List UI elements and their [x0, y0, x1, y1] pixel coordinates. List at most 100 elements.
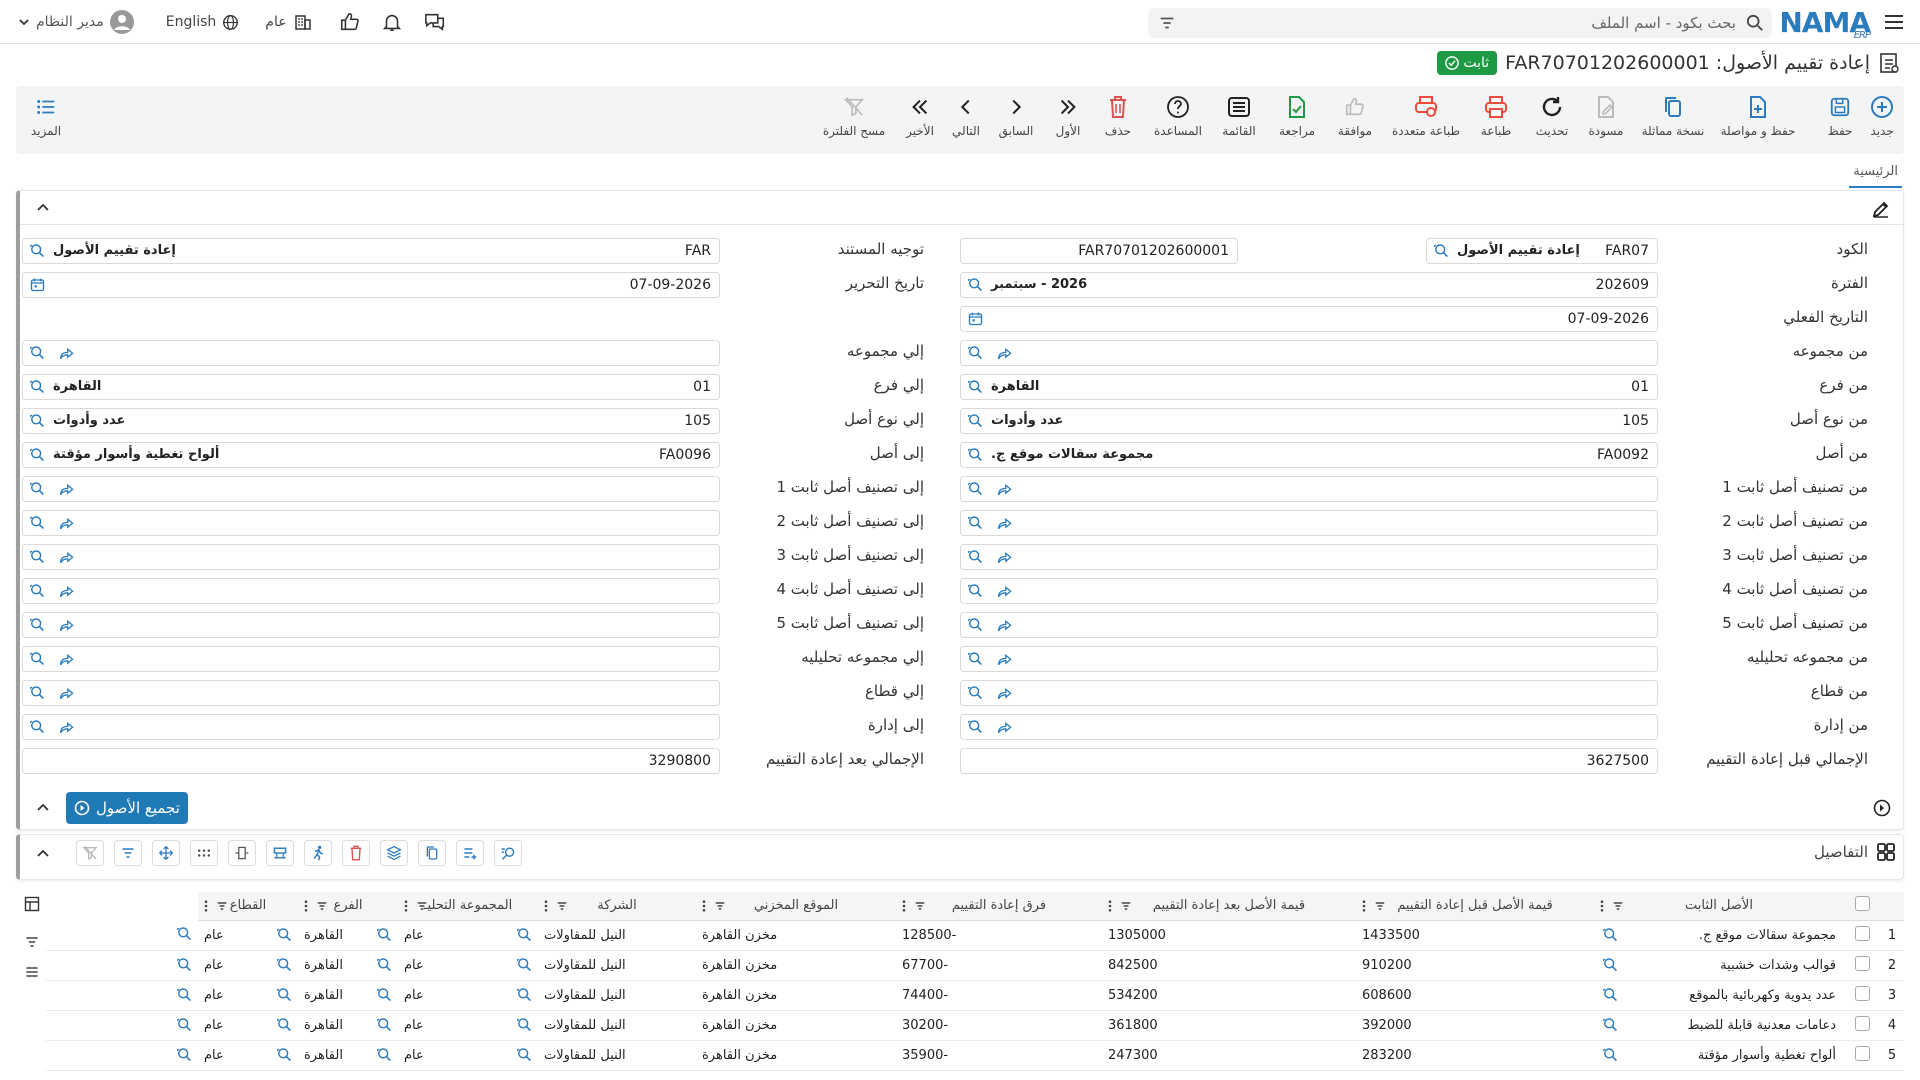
lookup-icon[interactable] [967, 277, 983, 293]
column-header[interactable]: القطاع [198, 892, 298, 921]
to-class2-field[interactable] [22, 510, 720, 536]
column-filter-icon[interactable] [1374, 900, 1386, 912]
more-button[interactable]: المزيد [24, 94, 68, 138]
to-branch-field[interactable]: 01 القاهرة [22, 374, 720, 400]
expand-circle-icon[interactable] [1873, 799, 1891, 817]
row-checkbox[interactable] [1854, 955, 1870, 971]
cell-branch[interactable]: القاهرة [298, 1010, 398, 1041]
lookup-icon[interactable] [176, 957, 192, 973]
from-analytic-field[interactable] [960, 646, 1658, 672]
actual-date-field[interactable]: 07-09-2026 [960, 306, 1658, 332]
filter-lines-icon[interactable] [114, 840, 142, 866]
column-menu-icon[interactable] [702, 900, 706, 912]
lookup-icon[interactable] [276, 927, 292, 943]
table-row[interactable]: 1 مجموعة سقالات موقع ج. 1433500 1305000 -128… [46, 920, 1904, 951]
cell-branch-lookup[interactable]: عام [198, 980, 298, 1011]
lookup-icon[interactable] [516, 957, 532, 973]
cell-analytic[interactable]: عام [398, 920, 538, 951]
cell-company[interactable]: النيل للمقاولات [538, 980, 696, 1011]
help-button[interactable]: المساعدة [1150, 94, 1206, 138]
lookup-icon[interactable] [1602, 1047, 1618, 1063]
cell-asset[interactable]: مجموعة سقالات موقع ج. [1594, 920, 1844, 951]
lookup-icon[interactable] [376, 927, 392, 943]
share-icon[interactable] [59, 482, 75, 498]
lookup-icon[interactable] [376, 987, 392, 1003]
column-header[interactable]: الأصل الثابت [1594, 892, 1844, 921]
cell-location[interactable]: مخزن القاهرة [696, 980, 896, 1011]
lookup-icon[interactable] [29, 583, 45, 599]
cell-after[interactable]: 247300 [1102, 1040, 1356, 1071]
share-icon[interactable] [59, 618, 75, 634]
lookup-icon[interactable] [29, 413, 45, 429]
from-class5-field[interactable] [960, 612, 1658, 638]
lookup-icon[interactable] [29, 481, 45, 497]
share-icon[interactable] [59, 346, 75, 362]
lookup-icon[interactable] [967, 719, 983, 735]
code-field[interactable]: FAR07 إعادة تقييم الأصول [1426, 238, 1658, 264]
refresh-button[interactable]: تحديث [1532, 94, 1572, 138]
list-button[interactable]: القائمة [1216, 94, 1262, 138]
lookup-icon[interactable] [176, 987, 192, 1003]
doc-direction-field[interactable]: FAR إعادة تقييم الأصول [22, 238, 720, 264]
lookup-icon[interactable] [516, 1017, 532, 1033]
cell-branch[interactable]: القاهرة [298, 980, 398, 1011]
lookup-icon[interactable] [276, 987, 292, 1003]
from-dept-field[interactable] [960, 714, 1658, 740]
share-icon[interactable] [997, 550, 1013, 566]
cell-company[interactable]: النيل للمقاولات [538, 950, 696, 981]
run-icon[interactable] [304, 840, 332, 866]
copy-rows-icon[interactable] [418, 840, 446, 866]
user-menu[interactable]: مدير النظام [10, 0, 142, 44]
bell-icon[interactable] [373, 0, 411, 44]
table-row[interactable]: 5 ألواح تغطية وأسوار مؤقتة 283200 247300 -35… [46, 1040, 1904, 1071]
cell-diff[interactable]: -128500 [896, 920, 1102, 951]
table-row[interactable]: 3 عدد يدوية وكهربائية بالموقع 608600 534200… [46, 980, 1904, 1011]
column-header[interactable]: قيمة الأصل بعد إعادة التقييم [1102, 892, 1356, 921]
scope-switch[interactable]: عام [257, 0, 320, 44]
total-after-field[interactable]: 3290800 [22, 748, 720, 774]
cell-after[interactable]: 534200 [1102, 980, 1356, 1011]
column-menu-icon[interactable] [404, 900, 408, 912]
total-before-field[interactable]: 3627500 [960, 748, 1658, 774]
to-asset-field[interactable]: FA0096 ألواح تغطية وأسوار مؤقتة [22, 442, 720, 468]
collapse-group-icon[interactable] [36, 801, 50, 815]
last-button[interactable]: الأخير [902, 94, 938, 138]
lookup-icon[interactable] [516, 927, 532, 943]
cell-branch[interactable]: القاهرة [298, 920, 398, 951]
lookup-icon[interactable] [967, 617, 983, 633]
column-menu-icon[interactable] [1600, 900, 1604, 912]
search-input[interactable] [1202, 9, 1742, 37]
next-button[interactable]: التالي [948, 94, 984, 138]
doc-number-field[interactable]: FAR70701202600001 [960, 238, 1238, 264]
share-icon[interactable] [59, 516, 75, 532]
cell-before[interactable]: 910200 [1356, 950, 1594, 981]
cell-company[interactable]: النيل للمقاولات [538, 920, 696, 951]
column-filter-icon[interactable] [316, 900, 328, 912]
lookup-icon[interactable] [967, 549, 983, 565]
share-icon[interactable] [997, 346, 1013, 362]
to-class4-field[interactable] [22, 578, 720, 604]
chat-icon[interactable] [415, 0, 455, 44]
lookup-icon[interactable] [1433, 243, 1449, 259]
calendar-icon[interactable] [967, 311, 983, 327]
edit-date-field[interactable]: 07-09-2026 [22, 272, 720, 298]
collapse-icon[interactable] [36, 201, 50, 215]
cell-sector[interactable] [46, 1040, 198, 1071]
cell-branch-lookup[interactable]: عام [198, 1010, 298, 1041]
lookup-icon[interactable] [1602, 987, 1618, 1003]
to-class1-field[interactable] [22, 476, 720, 502]
table-row[interactable]: 4 دعامات معدنية قابلة للضبط 392000 361800 -3… [46, 1010, 1904, 1041]
cell-location[interactable]: مخزن القاهرة [696, 1010, 896, 1041]
column-header[interactable]: الفرع [298, 892, 398, 921]
cell-asset[interactable]: عدد يدوية وكهربائية بالموقع [1594, 980, 1844, 1011]
previous-button[interactable]: السابق [998, 94, 1034, 138]
to-sector-field[interactable] [22, 680, 720, 706]
cell-analytic[interactable]: عام [398, 1010, 538, 1041]
column-header[interactable]: الشركة [538, 892, 696, 921]
lookup-icon[interactable] [276, 957, 292, 973]
copy-button[interactable]: نسخة مماثلة [1638, 94, 1708, 138]
column-header[interactable]: المجموعة التحليـ [398, 892, 538, 921]
lookup-icon[interactable] [176, 1017, 192, 1033]
cell-after[interactable]: 1305000 [1102, 920, 1356, 951]
column-filter-icon[interactable] [1612, 900, 1624, 912]
